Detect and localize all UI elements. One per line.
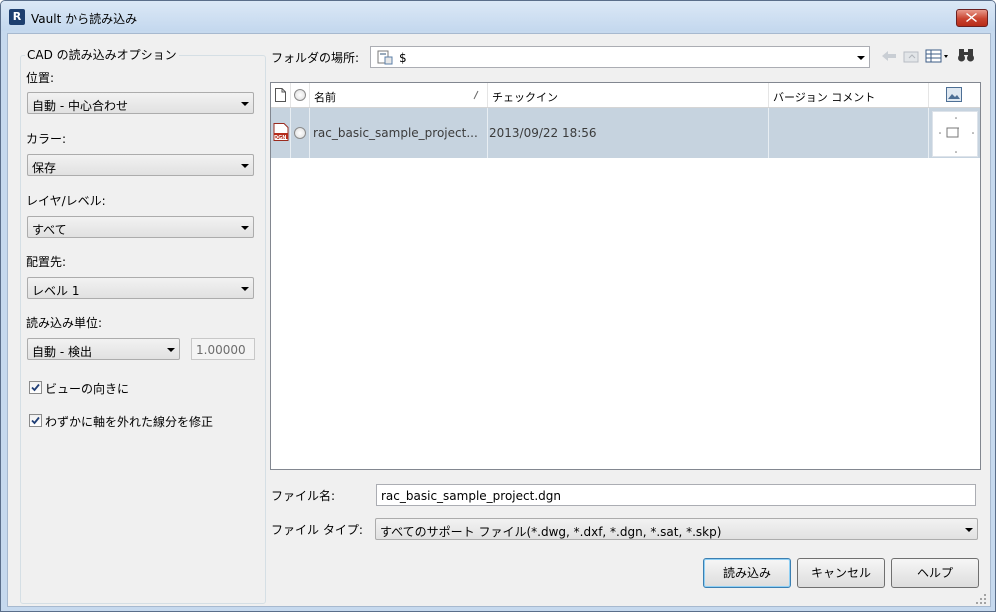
file-type-value: すべてのサポート ファイル(*.dwg, *.dxf, *.dgn, *.sat… bbox=[380, 525, 722, 539]
position-select[interactable]: 自動 - 中心合わせ bbox=[27, 92, 254, 114]
header-preview-column[interactable] bbox=[929, 83, 980, 107]
sort-indicator-icon bbox=[473, 90, 479, 100]
scale-input[interactable]: 1.00000 bbox=[191, 338, 255, 360]
position-value: 自動 - 中心合わせ bbox=[32, 99, 128, 113]
file-row[interactable]: DGN rac_basic_sample_project... 2013/09/… bbox=[271, 108, 980, 158]
image-preview-icon bbox=[946, 87, 962, 102]
dgn-file-icon-label: DGN bbox=[274, 135, 287, 141]
file-name-label: ファイル名: bbox=[271, 489, 336, 503]
cad-options-title: CAD の読み込みオプション bbox=[25, 46, 179, 63]
fix-lines-label: わずかに軸を外れた線分を修正 bbox=[45, 415, 214, 429]
file-checkin-text: 2013/09/22 18:56 bbox=[489, 126, 597, 140]
check-icon bbox=[31, 383, 40, 392]
fix-lines-checkbox[interactable] bbox=[29, 414, 42, 427]
open-button[interactable]: 読み込み bbox=[703, 558, 791, 588]
header-comment-column[interactable]: バージョン コメント bbox=[769, 83, 929, 107]
file-list[interactable]: 名前 チェックイン バージョン コメント DGN rac_basic_sampl… bbox=[270, 82, 981, 470]
status-circle-icon bbox=[294, 127, 306, 139]
chevron-down-icon bbox=[965, 528, 973, 532]
chevron-down-icon bbox=[241, 164, 249, 168]
header-checkin-column[interactable]: チェックイン bbox=[488, 83, 769, 107]
file-name-value: rac_basic_sample_project.dgn bbox=[381, 489, 561, 503]
file-row-name-cell: rac_basic_sample_project... bbox=[310, 108, 488, 158]
header-type-column[interactable] bbox=[271, 83, 291, 107]
view-menu-icon[interactable] bbox=[925, 48, 951, 64]
units-value: 自動 - 検出 bbox=[32, 345, 92, 359]
header-name-column[interactable]: 名前 bbox=[310, 83, 488, 107]
placement-value: レベル 1 bbox=[32, 284, 80, 298]
file-type-select[interactable]: すべてのサポート ファイル(*.dwg, *.dxf, *.dgn, *.sat… bbox=[375, 518, 978, 540]
search-binoculars-icon[interactable] bbox=[957, 47, 975, 63]
color-value: 保存 bbox=[32, 161, 57, 175]
position-label: 位置: bbox=[26, 71, 55, 85]
file-type-label: ファイル タイプ: bbox=[271, 523, 363, 537]
up-folder-icon[interactable] bbox=[903, 49, 919, 63]
folder-select[interactable]: $ bbox=[370, 46, 870, 68]
orient-label: ビューの向きに bbox=[45, 382, 130, 396]
dialog-window: R Vault から読み込み CAD の読み込みオプション 位置: 自動 - 中… bbox=[0, 0, 996, 612]
drawing-thumbnail-icon bbox=[939, 117, 974, 153]
window-title: Vault から読み込み bbox=[31, 12, 138, 26]
color-label: カラー: bbox=[26, 132, 67, 146]
file-list-header: 名前 チェックイン バージョン コメント bbox=[271, 83, 980, 108]
column-comment-label: バージョン コメント bbox=[773, 91, 876, 104]
chevron-down-icon bbox=[857, 56, 865, 60]
status-circle-icon bbox=[294, 89, 306, 101]
folder-value: $ bbox=[399, 51, 407, 65]
chevron-down-icon bbox=[167, 348, 175, 352]
color-select[interactable]: 保存 bbox=[27, 154, 254, 176]
scale-value: 1.00000 bbox=[196, 343, 246, 357]
file-row-type-cell: DGN bbox=[271, 108, 291, 158]
file-row-status-cell bbox=[291, 108, 310, 158]
placement-label: 配置先: bbox=[26, 255, 67, 269]
layer-select[interactable]: すべて bbox=[27, 216, 254, 238]
file-name-text: rac_basic_sample_project... bbox=[313, 126, 478, 140]
layer-value: すべて bbox=[32, 223, 67, 237]
check-icon bbox=[31, 416, 40, 425]
file-thumbnail bbox=[932, 111, 978, 157]
placement-select[interactable]: レベル 1 bbox=[27, 277, 254, 299]
title-bar: R Vault から読み込み bbox=[1, 1, 995, 31]
units-select[interactable]: 自動 - 検出 bbox=[27, 338, 180, 360]
close-button[interactable] bbox=[956, 9, 988, 27]
column-name-label: 名前 bbox=[314, 91, 336, 104]
dialog-client-area: CAD の読み込みオプション 位置: 自動 - 中心合わせ カラー: 保存 レイ… bbox=[7, 33, 991, 607]
chevron-down-icon bbox=[241, 287, 249, 291]
file-name-input[interactable]: rac_basic_sample_project.dgn bbox=[376, 484, 976, 506]
file-type-icon bbox=[275, 88, 286, 102]
revit-app-icon: R bbox=[9, 9, 25, 25]
chevron-down-icon bbox=[241, 226, 249, 230]
layer-label: レイヤ/レベル: bbox=[26, 194, 106, 208]
cancel-button[interactable]: キャンセル bbox=[797, 558, 885, 588]
help-button[interactable]: ヘルプ bbox=[891, 558, 979, 588]
file-row-comment-cell bbox=[769, 108, 929, 158]
orient-checkbox[interactable] bbox=[29, 381, 42, 394]
resize-grip-icon[interactable] bbox=[976, 594, 987, 605]
back-arrow-icon[interactable] bbox=[881, 49, 897, 63]
close-icon bbox=[966, 13, 977, 22]
folder-label: フォルダの場所: bbox=[271, 51, 360, 65]
header-status-column[interactable] bbox=[291, 83, 310, 107]
chevron-down-icon bbox=[241, 102, 249, 106]
vault-folder-icon bbox=[377, 50, 393, 65]
units-label: 読み込み単位: bbox=[26, 316, 103, 330]
column-checkin-label: チェックイン bbox=[492, 91, 558, 104]
file-row-checkin-cell: 2013/09/22 18:56 bbox=[488, 108, 769, 158]
